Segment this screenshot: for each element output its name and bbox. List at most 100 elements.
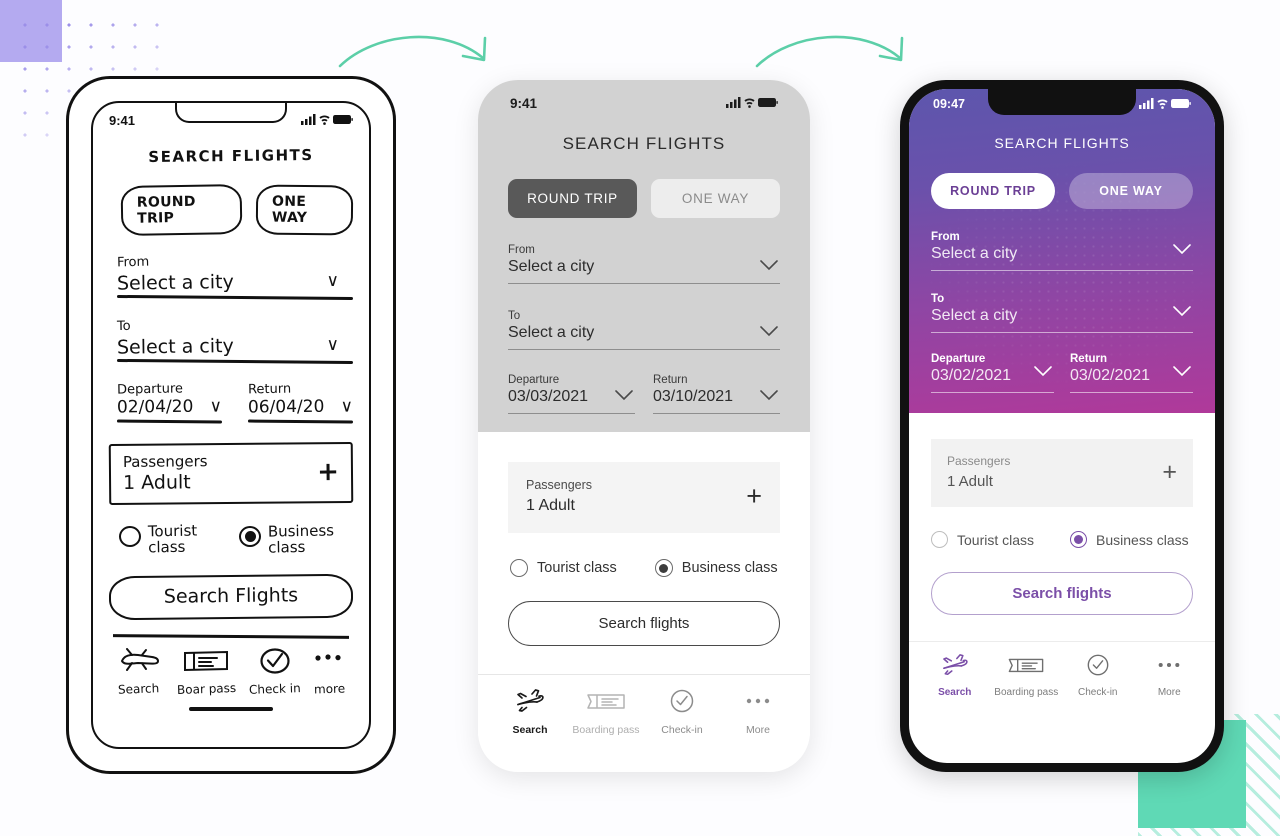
color-to-field[interactable]: To Select a city (909, 293, 1215, 333)
radio-unchecked-icon[interactable] (510, 559, 528, 577)
grayscale-tab-search-label: Search (512, 724, 548, 736)
grayscale-status-bar: 9:41 (478, 80, 810, 112)
color-to-value: Select a city (931, 307, 1018, 324)
wireframe-tourist-class-option[interactable]: Tourist class (119, 521, 197, 556)
color-tab-search[interactable]: Search (919, 653, 991, 698)
radio-checked-icon[interactable] (654, 559, 673, 577)
grayscale-search-flights-button[interactable]: Search flights (508, 601, 780, 646)
grayscale-tourist-class-option[interactable]: Tourist class (510, 559, 617, 577)
radio-unchecked-icon[interactable] (931, 531, 948, 548)
color-page-title: SEARCH FLIGHTS (994, 135, 1130, 151)
color-class-radios: Tourist class Business class (909, 531, 1215, 548)
radio-checked-icon[interactable] (239, 525, 262, 547)
color-to-label: To (931, 293, 945, 305)
grayscale-tab-check-in[interactable]: Check-in (644, 688, 720, 736)
color-tab-boarding-pass[interactable]: Boarding pass (991, 653, 1063, 698)
radio-unchecked-icon[interactable] (119, 525, 141, 547)
grayscale-return-field[interactable]: Return 03/10/2021 (653, 374, 780, 414)
grayscale-tab-boarding-pass[interactable]: Boarding pass (568, 688, 644, 736)
chevron-down-icon[interactable] (760, 390, 778, 401)
ellipsis-icon (315, 653, 341, 661)
color-tab-search-label: Search (938, 687, 972, 698)
wireframe-phone: 9:41 SEARCH FLIGHTS ROUND TRIP ONE WAY F… (66, 76, 396, 774)
grayscale-tab-boarding-pass-label: Boarding pass (572, 724, 640, 736)
wireframe-tab-boarding-pass[interactable]: Boar pass (169, 648, 244, 697)
wireframe-tab-check-in[interactable]: Check in (244, 647, 306, 697)
color-return-field[interactable]: Return 03/02/2021 (1070, 353, 1193, 393)
chevron-down-icon[interactable] (760, 326, 778, 337)
wireframe-departure-value: 02/04/20 (116, 396, 194, 418)
chevron-down-icon[interactable]: ∨ (327, 271, 339, 291)
wireframe-departure-underline (116, 419, 223, 423)
grayscale-from-field[interactable]: From Select a city (478, 244, 810, 284)
chevron-down-icon[interactable]: ∨ (327, 335, 339, 355)
chevron-down-icon[interactable] (1173, 244, 1191, 255)
chevron-down-icon[interactable] (1034, 366, 1052, 377)
wireframe-tourist-label-line2: class (147, 537, 186, 556)
wireframe-departure-field[interactable]: Departure 02/04/20 ∨ (117, 378, 222, 423)
chevron-down-icon[interactable]: ∨ (340, 396, 353, 416)
color-departure-field[interactable]: Departure 03/02/2021 (931, 353, 1054, 393)
color-business-class-option[interactable]: Business class (1070, 531, 1189, 548)
wireframe-tab-more-label: more (313, 680, 345, 697)
grayscale-business-class-option[interactable]: Business class (654, 559, 778, 577)
grayscale-round-trip-tab[interactable]: ROUND TRIP (508, 179, 637, 218)
chevron-down-icon[interactable] (1173, 306, 1191, 317)
add-passenger-icon[interactable]: + (746, 482, 762, 509)
wireframe-from-label: From (116, 254, 150, 271)
color-phone: 09:47 SEARCH FLIGHTS ROUND TRIP ONE WAY … (900, 80, 1224, 772)
color-tab-boarding-pass-label: Boarding pass (994, 687, 1059, 698)
status-icons (726, 96, 778, 112)
wireframe-one-way-tab[interactable]: ONE WAY (255, 184, 354, 236)
grayscale-departure-field[interactable]: Departure 03/03/2021 (508, 374, 635, 414)
wireframe-dates-row: Departure 02/04/20 ∨ Return 06/04/20 ∨ (109, 378, 353, 423)
chevron-down-icon[interactable] (760, 260, 778, 271)
color-one-way-tab[interactable]: ONE WAY (1069, 173, 1193, 209)
wireframe-business-class-option[interactable]: Business class (239, 521, 334, 556)
wireframe-search-flights-button[interactable]: Search Flights (108, 573, 354, 621)
wireframe-return-field[interactable]: Return 06/04/20 ∨ (248, 378, 353, 423)
wireframe-trip-type-tabs: ROUND TRIP ONE WAY (109, 183, 354, 237)
wireframe-to-underline (116, 358, 354, 364)
color-dates-row: Departure 03/02/2021 Return 03/02/2021 (909, 353, 1215, 393)
color-passengers-field[interactable]: Passengers 1 Adult + (931, 439, 1193, 507)
chevron-down-icon[interactable] (615, 390, 633, 401)
color-tab-check-in[interactable]: Check-in (1062, 653, 1134, 698)
grayscale-tab-more[interactable]: More (720, 688, 796, 736)
add-passenger-icon[interactable]: + (317, 456, 339, 486)
wireframe-passengers-field[interactable]: Passengers 1 Adult + (108, 441, 354, 505)
color-search-flights-button[interactable]: Search flights (931, 572, 1193, 615)
wireframe-return-value: 06/04/20 (247, 396, 325, 418)
grayscale-to-field[interactable]: To Select a city (478, 310, 810, 350)
chevron-down-icon[interactable]: ∨ (209, 396, 222, 416)
grayscale-to-underline (508, 349, 780, 350)
grayscale-passengers-field[interactable]: Passengers 1 Adult + (508, 462, 780, 533)
chevron-down-icon[interactable] (1173, 366, 1191, 377)
color-to-underline (931, 332, 1193, 333)
wireframe-departure-label: Departure (116, 381, 184, 398)
radio-checked-icon[interactable] (1070, 531, 1088, 548)
color-phone-notch (988, 89, 1136, 115)
color-departure-underline (931, 392, 1054, 393)
grayscale-return-underline (653, 413, 780, 414)
color-tourist-class-option[interactable]: Tourist class (931, 531, 1034, 548)
color-tab-more[interactable]: More (1134, 653, 1206, 698)
add-passenger-icon[interactable]: + (1162, 460, 1177, 485)
wireframe-tab-search-label: Search (118, 680, 160, 697)
ellipsis-icon (746, 698, 770, 704)
grayscale-tab-search[interactable]: Search (492, 688, 568, 736)
grayscale-class-radios: Tourist class Business class (478, 559, 810, 577)
wireframe-tab-search[interactable]: Search (109, 647, 169, 697)
wireframe-from-field[interactable]: From Select a city ∨ (109, 251, 354, 300)
status-icons (301, 113, 353, 129)
wireframe-tab-more[interactable]: more (305, 648, 353, 697)
color-round-trip-tab[interactable]: ROUND TRIP (931, 173, 1055, 209)
wireframe-to-field[interactable]: To Select a city ∨ (109, 315, 354, 364)
color-from-field[interactable]: From Select a city (909, 231, 1215, 271)
wireframe-round-trip-tab[interactable]: ROUND TRIP (120, 183, 243, 237)
wireframe-status-bar: 9:41 (93, 113, 369, 129)
grayscale-one-way-tab[interactable]: ONE WAY (651, 179, 780, 218)
grayscale-from-value: Select a city (508, 258, 595, 275)
plane-icon (942, 654, 968, 676)
wireframe-return-label: Return (247, 381, 292, 398)
